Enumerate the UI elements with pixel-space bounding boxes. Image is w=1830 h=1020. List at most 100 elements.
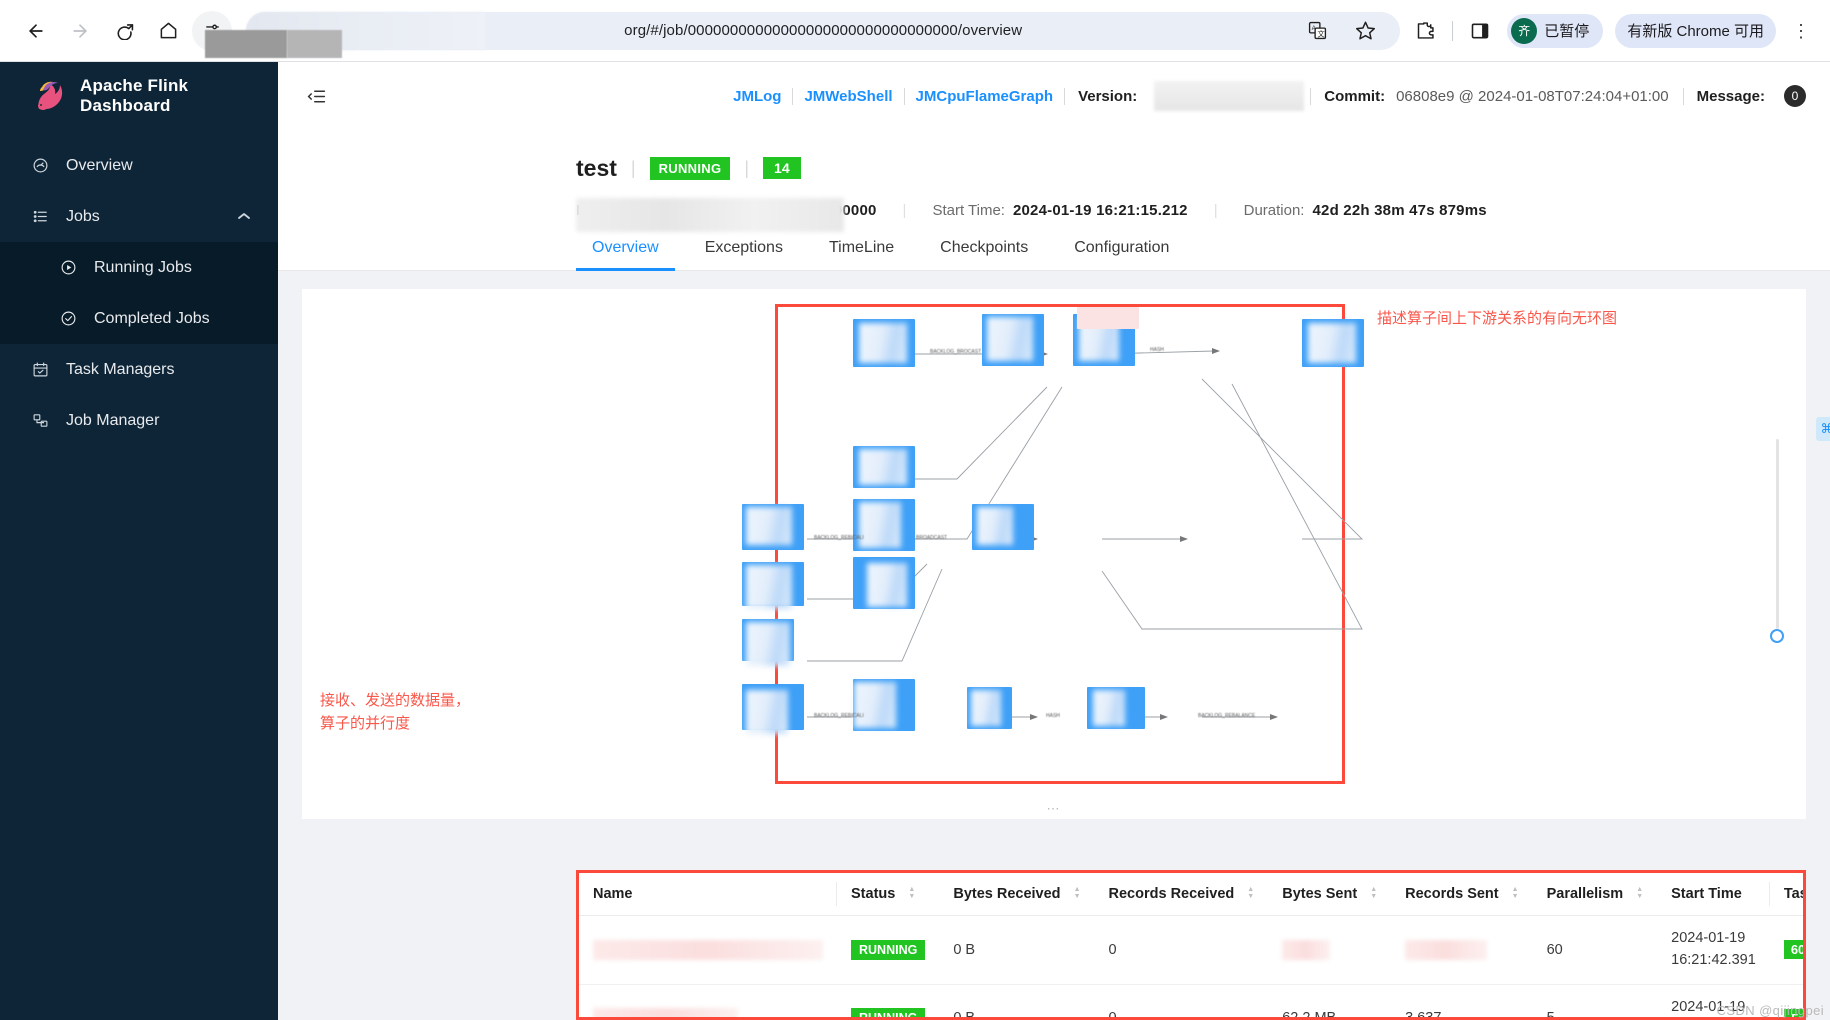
toolbar-divider xyxy=(1452,20,1454,41)
sort-icon[interactable]: ▲ ▼ xyxy=(908,886,915,900)
duration-value: 42d 22h 38m 47s 879ms xyxy=(1312,202,1487,219)
col-records-received[interactable]: Records Received ▲ ▼ xyxy=(1094,873,1269,916)
dag-node[interactable] xyxy=(853,679,915,731)
address-bar[interactable]: org/#/job/000000000000000000000000000000… xyxy=(246,11,1401,50)
redacted-vertex-name xyxy=(593,939,823,960)
redacted-tab-strip-left xyxy=(205,30,287,58)
job-dag[interactable]: BACKLOG_BROCAST HASH BACKLOG_REBICALI BR… xyxy=(302,289,1806,819)
annotation-table: 接收、发送的数据量， 算子的并行度 xyxy=(320,689,470,736)
col-bytes-sent[interactable]: Bytes Sent ▲ ▼ xyxy=(1268,873,1392,916)
kebab-menu-icon[interactable]: ⋮ xyxy=(1788,22,1814,40)
home-icon[interactable] xyxy=(148,11,188,51)
sort-icon[interactable]: ▲ ▼ xyxy=(1636,886,1643,900)
tab-configuration[interactable]: Configuration xyxy=(1058,239,1185,270)
jmwebshell-link[interactable]: JMWebShell xyxy=(793,88,903,105)
dag-edge-label: BACKLOG_REBICALI xyxy=(814,713,864,719)
table-header: Name Status ▲ ▼ Bytes Received ▲ ▼ Recor… xyxy=(579,873,1803,916)
brand-title: Apache Flink Dashboard xyxy=(80,76,189,115)
sidebar-item-overview[interactable]: Overview xyxy=(0,140,278,191)
dag-node[interactable] xyxy=(742,684,804,734)
redacted-bytes-sent xyxy=(1282,939,1331,960)
jmcpuflamegraph-link[interactable]: JMCpuFlameGraph xyxy=(905,88,1065,105)
list-icon xyxy=(30,208,50,225)
cell-records-received: 0 xyxy=(1094,915,1269,985)
profile-button[interactable]: 齐 已暂停 xyxy=(1507,13,1604,48)
dag-node[interactable] xyxy=(853,557,915,609)
col-tasks[interactable]: Tasks xyxy=(1769,873,1803,916)
job-graph-panel[interactable]: BACKLOG_BROCAST HASH BACKLOG_REBICALI BR… xyxy=(302,289,1806,819)
dag-node[interactable] xyxy=(853,499,915,551)
sidebar-item-task-managers[interactable]: Task Managers xyxy=(0,344,278,395)
start-time-label: Start Time: xyxy=(932,202,1005,219)
reload-icon[interactable] xyxy=(104,11,144,51)
feedback-side-tab[interactable]: ⌘ xyxy=(1816,417,1830,441)
star-icon[interactable] xyxy=(1350,16,1380,46)
job-title-row: test | RUNNING | 14 xyxy=(278,148,1830,188)
watermark: CSDN @qijingpei xyxy=(1716,1003,1824,1018)
col-start-time[interactable]: Start Time xyxy=(1657,873,1770,916)
table-header-row: Name Status ▲ ▼ Bytes Received ▲ ▼ Recor… xyxy=(579,873,1803,916)
chrome-update-button[interactable]: 有新版 Chrome 可用 xyxy=(1615,13,1776,48)
panel-resize-handle[interactable]: ⋯ xyxy=(1047,801,1062,817)
cell-tasks: 60 xyxy=(1769,915,1803,985)
annotation-graph: 描述算子间上下游关系的有向无环图 xyxy=(1377,310,1618,327)
dag-node[interactable] xyxy=(742,619,794,666)
table-row[interactable]: RUNNING 0 B 0 60 2024-01-19 16:21:42.391… xyxy=(579,915,1803,985)
col-start-time-label: Start Time xyxy=(1671,886,1742,902)
sort-icon[interactable]: ▲ ▼ xyxy=(1512,886,1519,900)
tab-timeline[interactable]: TimeLine xyxy=(813,239,910,270)
dag-edge-label: HASH xyxy=(1150,347,1164,353)
sort-icon[interactable]: ▲ ▼ xyxy=(1074,886,1081,900)
start-time-value: 2024-01-19 16:21:15.212 xyxy=(1012,202,1188,219)
cell-name xyxy=(579,915,837,985)
forward-arrow-icon[interactable] xyxy=(60,11,100,51)
dag-node[interactable] xyxy=(972,504,1034,550)
browser-actions: 齐 已暂停 有新版 Chrome 可用 ⋮ xyxy=(1410,13,1814,48)
sidebar-item-job-manager[interactable]: Job Manager xyxy=(0,395,278,446)
divider: | xyxy=(902,202,907,219)
col-parallelism[interactable]: Parallelism ▲ ▼ xyxy=(1532,873,1658,916)
dag-node[interactable] xyxy=(853,446,915,488)
dag-node[interactable] xyxy=(742,504,804,550)
graph-zoom-handle-icon[interactable] xyxy=(1770,629,1784,643)
sidebar-nav: Overview Jobs Running Jobs Completed Job… xyxy=(0,140,278,446)
dag-node[interactable] xyxy=(742,562,804,609)
side-panel-icon[interactable] xyxy=(1465,16,1495,46)
dag-node[interactable] xyxy=(1087,687,1145,729)
tab-exceptions[interactable]: Exceptions xyxy=(689,239,799,270)
graph-scrollbar[interactable] xyxy=(1776,439,1779,629)
tab-checkpoints[interactable]: Checkpoints xyxy=(924,239,1044,270)
sidebar-item-jobs[interactable]: Jobs xyxy=(0,191,278,242)
col-status[interactable]: Status ▲ ▼ xyxy=(837,873,940,916)
puzzle-icon[interactable] xyxy=(1410,16,1440,46)
navigation-buttons xyxy=(16,10,232,51)
dag-node[interactable] xyxy=(853,319,915,367)
col-records-received-label: Records Received xyxy=(1108,886,1235,902)
divider: | xyxy=(744,157,750,178)
sidebar-item-running-jobs[interactable]: Running Jobs xyxy=(0,242,278,293)
jmlog-link[interactable]: JMLog xyxy=(722,88,792,105)
dag-node-highlight[interactable] xyxy=(1077,307,1139,329)
dag-node[interactable] xyxy=(967,687,1012,729)
back-arrow-icon[interactable] xyxy=(16,11,56,51)
col-bytes-received[interactable]: Bytes Received ▲ ▼ xyxy=(939,873,1095,916)
col-name[interactable]: Name xyxy=(579,873,837,916)
sort-icon[interactable]: ▲ ▼ xyxy=(1247,886,1254,900)
cell-records-sent xyxy=(1391,915,1533,985)
dag-node[interactable] xyxy=(1302,319,1364,367)
collapse-sidebar-icon[interactable] xyxy=(302,82,330,110)
sort-icon[interactable]: ▲ ▼ xyxy=(1370,886,1377,900)
cell-bytes-sent xyxy=(1268,915,1392,985)
table-row[interactable]: RUNNING 0 B 0 62.2 MB 3,637 5 2024-01-19… xyxy=(579,984,1803,1017)
status-badge: RUNNING xyxy=(851,939,926,960)
redacted-tab-strip-right xyxy=(287,30,342,58)
tab-overview[interactable]: Overview xyxy=(576,239,675,271)
dag-edges xyxy=(807,348,1364,720)
col-records-sent[interactable]: Records Sent ▲ ▼ xyxy=(1391,873,1533,916)
chevron-up-icon[interactable] xyxy=(238,211,250,223)
translate-icon[interactable]: 文A xyxy=(1302,16,1332,46)
sidebar-item-completed-jobs[interactable]: Completed Jobs xyxy=(0,293,278,344)
gauge-icon xyxy=(30,157,50,174)
dag-edge-label: BROADCAST xyxy=(916,535,948,541)
dag-node[interactable] xyxy=(982,314,1044,366)
